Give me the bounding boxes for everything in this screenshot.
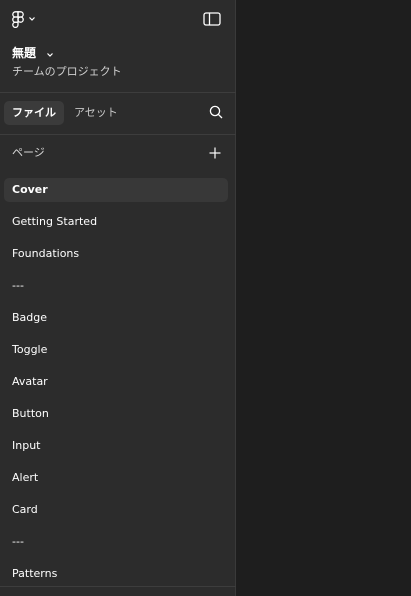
page-item-card[interactable]: Card <box>4 498 228 522</box>
page-item-button[interactable]: Button <box>4 402 228 426</box>
tabs-divider <box>0 134 236 135</box>
page-item-input[interactable]: Input <box>4 434 228 458</box>
sidebar-toggle-button[interactable] <box>200 9 224 31</box>
page-item-patterns[interactable]: Patterns <box>4 562 228 586</box>
file-title-button[interactable]: 無題 <box>12 43 54 61</box>
page-item-badge[interactable]: Badge <box>4 306 228 330</box>
page-item-foundations[interactable]: Foundations <box>4 242 228 266</box>
tab-files[interactable]: ファイル <box>4 101 64 125</box>
panel-tabs: ファイル アセット <box>4 101 126 125</box>
page-item-cover[interactable]: Cover <box>4 178 228 202</box>
pages-section-label: ページ <box>12 146 45 159</box>
header-divider <box>0 92 236 93</box>
chevron-down-icon <box>46 43 54 62</box>
page-item-avatar[interactable]: Avatar <box>4 370 228 394</box>
figma-logo-icon <box>12 10 24 28</box>
page-item-alert[interactable]: Alert <box>4 466 228 490</box>
file-title: 無題 <box>12 45 37 60</box>
sidebar-bottom-divider <box>0 586 236 587</box>
page-item-separator[interactable]: --- <box>4 530 228 554</box>
design-canvas[interactable] <box>237 0 411 596</box>
page-item-getting-started[interactable]: Getting Started <box>4 210 228 234</box>
page-item-separator[interactable]: --- <box>4 274 228 298</box>
main-menu-button[interactable] <box>8 8 46 30</box>
left-sidebar: 無題 チームのプロジェクト ファイル アセット ページ Cover Gettin… <box>0 0 236 596</box>
tab-assets[interactable]: アセット <box>66 101 126 125</box>
project-name[interactable]: チームのプロジェクト <box>12 64 122 80</box>
add-page-button[interactable] <box>206 144 224 162</box>
app-window: 無題 チームのプロジェクト ファイル アセット ページ Cover Gettin… <box>0 0 411 596</box>
page-item-toggle[interactable]: Toggle <box>4 338 228 362</box>
search-icon <box>209 104 223 123</box>
sidebar-toggle-icon <box>203 11 221 30</box>
search-button[interactable] <box>206 103 226 123</box>
page-list: Cover Getting Started Foundations --- Ba… <box>4 178 228 594</box>
plus-icon <box>209 144 221 163</box>
chevron-down-icon <box>28 16 36 22</box>
